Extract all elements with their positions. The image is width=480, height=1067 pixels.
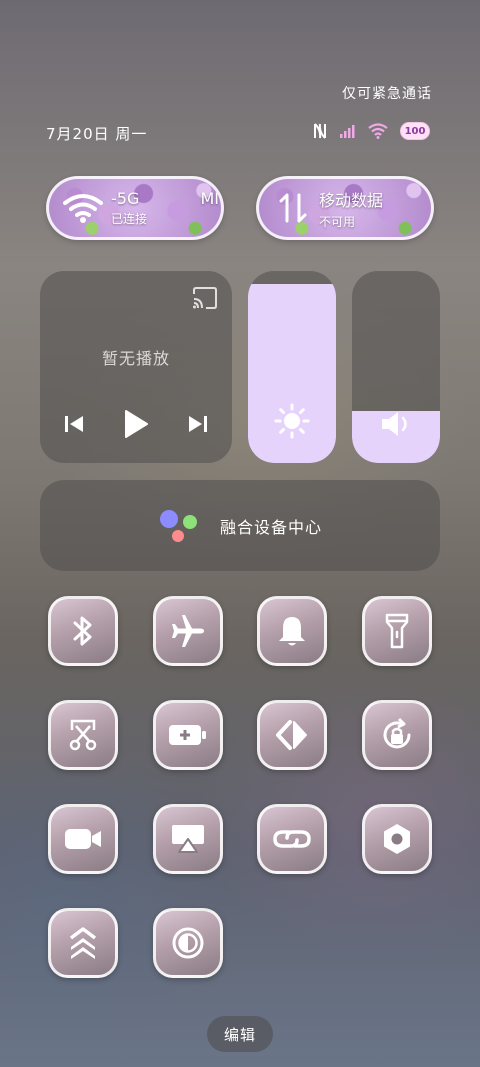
flashlight-icon [385,613,409,649]
nearby-share-toggle[interactable] [257,700,327,770]
cast-screen-icon [172,825,204,853]
dark-mode-toggle[interactable] [153,908,223,978]
device-center-panel[interactable]: 融合设备中心 [40,480,440,571]
wifi-icon [63,194,103,223]
rotation-lock-toggle[interactable] [362,700,432,770]
battery-plus-icon [169,725,206,745]
brightness-slider[interactable] [248,271,336,463]
screen-record-toggle[interactable] [48,804,118,874]
bluetooth-icon [73,616,92,646]
bluetooth-toggle[interactable] [48,596,118,666]
battery-saver-toggle[interactable] [153,700,223,770]
wifi-status-icon [368,123,388,139]
edit-button[interactable]: 编辑 [207,1016,273,1052]
video-camera-icon [65,829,101,849]
play-icon[interactable] [123,409,149,439]
status-icons: 100 [312,122,430,140]
chevrons-up-icon [69,927,97,959]
wifi-network-ssid: MI [200,189,219,208]
settings-toggle[interactable] [362,804,432,874]
speaker-icon [382,412,407,436]
airplane-mode-toggle[interactable] [153,596,223,666]
screen-cast-toggle[interactable] [153,804,223,874]
media-player-panel[interactable]: 暂无播放 [40,271,232,463]
hex-nut-icon [384,824,410,854]
nfc-icon [314,123,326,139]
volume-slider[interactable] [352,271,440,463]
emergency-only-text: 仅可紧急通话 [342,86,432,102]
device-center-label: 融合设备中心 [219,517,322,537]
wifi-tile[interactable]: -5G MI 已连接 [46,176,224,240]
next-track-icon[interactable] [188,414,208,434]
bell-icon [279,617,305,646]
mobile-data-tile[interactable]: 移动数据 不可用 [256,176,434,240]
flashlight-toggle[interactable] [362,596,432,666]
mobile-data-status: 不可用 [319,214,356,229]
rotation-lock-icon [383,717,411,749]
device-center-icon [159,509,197,542]
do-not-disturb-toggle[interactable] [257,596,327,666]
scissors-icon [69,719,97,751]
cast-icon[interactable] [192,287,218,309]
signal-icon [340,125,355,138]
contrast-icon [172,927,204,959]
link-icon [273,830,311,848]
wifi-network-name: -5G [111,189,140,208]
mobile-data-label: 移动数据 [319,190,384,210]
previous-track-icon[interactable] [64,414,84,434]
performance-mode-toggle[interactable] [48,908,118,978]
screenshot-toggle[interactable] [48,700,118,770]
media-status-text: 暂无播放 [101,349,170,368]
link-toggle[interactable] [257,804,327,874]
wifi-status-text: 已连接 [111,212,148,226]
share-arrows-icon [276,720,307,750]
battery-indicator: 100 [400,122,430,140]
date-text: 7月20日 周一 [46,125,148,143]
sun-icon [274,403,310,439]
mobile-data-arrows-icon [279,193,307,223]
airplane-icon [172,615,204,647]
